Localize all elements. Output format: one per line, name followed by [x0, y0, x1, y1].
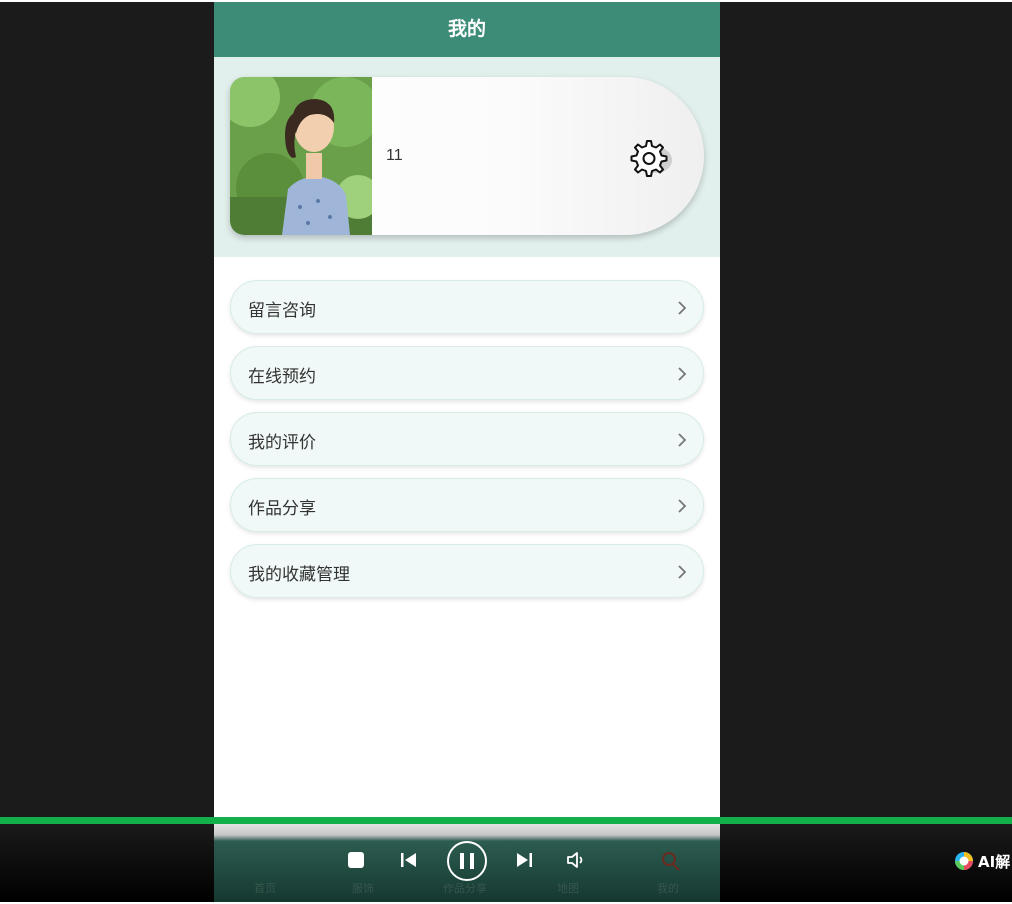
phone-screen: 我的 11 留言咨询 在线预约 我的评价 作品分享 我的收藏管理 [214, 2, 720, 902]
username: 11 [386, 147, 403, 164]
page-title: 我的 [214, 2, 720, 57]
ai-label: AI解 [978, 852, 1011, 871]
profile-section: 11 [214, 57, 720, 257]
pause-icon[interactable] [446, 840, 488, 882]
chevron-right-icon [678, 433, 687, 447]
tab-clothing[interactable]: 服饰 [352, 880, 374, 896]
menu-item-booking[interactable]: 在线预约 [230, 346, 704, 400]
menu-item-favorites[interactable]: 我的收藏管理 [230, 544, 704, 598]
ai-logo-icon [955, 852, 973, 870]
chevron-right-icon [678, 499, 687, 513]
ai-assistant-button[interactable]: AI解 [954, 850, 1010, 872]
next-icon[interactable] [515, 851, 533, 869]
menu-item-label: 留言咨询 [248, 301, 316, 321]
chevron-right-icon [678, 367, 687, 381]
menu-item-message[interactable]: 留言咨询 [230, 280, 704, 334]
tab-works-share[interactable]: 作品分享 [443, 880, 487, 896]
tab-mine[interactable]: 我的 [657, 880, 679, 896]
chevron-right-icon [678, 301, 687, 315]
menu-item-works-share[interactable]: 作品分享 [230, 478, 704, 532]
menu-list: 留言咨询 在线预约 我的评价 作品分享 我的收藏管理 [230, 280, 704, 610]
menu-item-reviews[interactable]: 我的评价 [230, 412, 704, 466]
tab-home[interactable]: 首页 [254, 880, 276, 896]
stop-icon[interactable] [347, 851, 365, 869]
previous-icon[interactable] [400, 851, 418, 869]
tab-map[interactable]: 地图 [557, 880, 579, 896]
user-icon [662, 852, 680, 871]
volume-icon[interactable] [566, 851, 586, 869]
video-progress-bar[interactable] [0, 817, 1012, 824]
chevron-right-icon [678, 565, 687, 579]
profile-card[interactable]: 11 [230, 77, 704, 235]
menu-item-label: 作品分享 [248, 499, 316, 519]
menu-item-label: 在线预约 [248, 367, 316, 387]
settings-gear-icon[interactable] [628, 138, 672, 178]
menu-item-label: 我的收藏管理 [248, 565, 350, 585]
menu-item-label: 我的评价 [248, 433, 316, 453]
avatar[interactable] [230, 77, 372, 235]
